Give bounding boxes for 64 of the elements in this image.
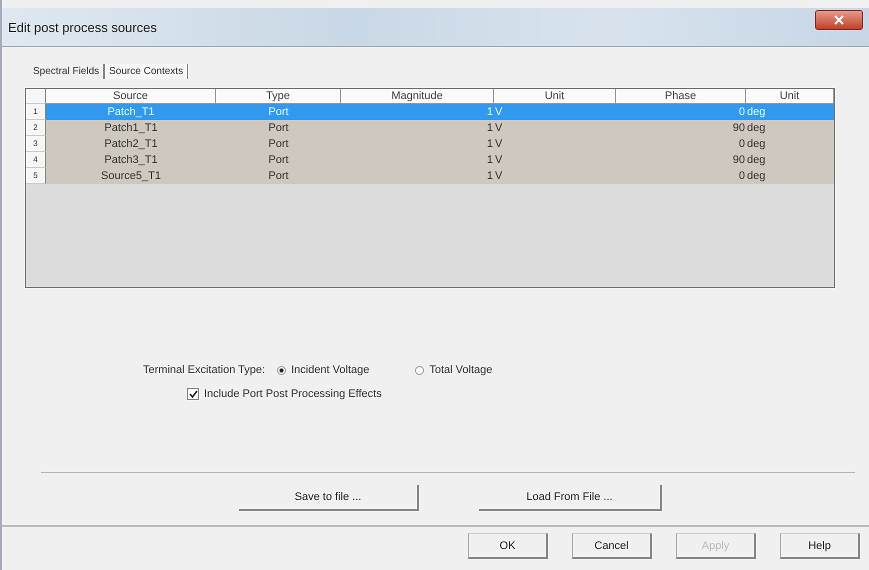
dialog-button[interactable]: OK — [468, 533, 548, 559]
checkbox[interactable] — [187, 388, 199, 400]
table-cell-text: V — [494, 121, 504, 136]
table-row[interactable]: 3 Patch2_T1 Port 1 V 0 deg — [26, 136, 834, 152]
table-cell-text: deg — [746, 105, 766, 120]
excitation-label: Terminal Excitation Type: — [143, 364, 266, 376]
radio-option[interactable]: Total Voltage — [415, 364, 492, 376]
table-cell-text: Patch3_T1 — [103, 153, 159, 168]
row-number: 3 — [26, 136, 46, 152]
table-row[interactable]: 4 Patch3_T1 Port 1 V 90 deg — [26, 152, 834, 168]
table-cell-text: Patch2_T1 — [103, 137, 159, 152]
table-cell-text: deg — [746, 169, 766, 184]
row-number: 5 — [26, 168, 46, 184]
include-effects-checkbox[interactable]: Include Port Post Processing Effects — [187, 388, 835, 400]
table-cell-text: V — [494, 105, 504, 120]
corner-cell — [26, 89, 46, 104]
table-row[interactable]: 5 Source5_T1 Port 1 V 0 deg — [26, 168, 834, 184]
file-button[interactable]: Load From File ... — [479, 485, 662, 511]
table-cell-text: Port — [267, 153, 290, 168]
table-cell-text: V — [494, 153, 504, 168]
table-cell-text: Port — [267, 121, 290, 136]
column-header: Unit — [746, 89, 834, 104]
table-cell-text: 1 — [486, 121, 494, 136]
table-cell-text: Patch_T1 — [106, 105, 156, 120]
column-header: Unit — [494, 89, 616, 104]
table-cell-text: 1 — [486, 105, 494, 120]
table-row[interactable]: 2 Patch1_T1 Port 1 V 90 deg — [26, 120, 834, 136]
table-cell-text: deg — [746, 121, 766, 136]
column-header: Type — [216, 89, 341, 104]
dialog-button[interactable]: Help — [780, 533, 860, 559]
table-cell-text: 1 — [486, 153, 494, 168]
radio-option[interactable]: Incident Voltage — [277, 364, 370, 376]
table-cell-text: Patch1_T1 — [103, 121, 159, 136]
table-cell-text: 0 — [738, 137, 746, 152]
table-cell-text: Source5_T1 — [100, 169, 162, 184]
column-header: Source — [46, 89, 216, 104]
table-cell-text: 90 — [732, 153, 746, 168]
check-icon — [188, 390, 198, 398]
close-icon — [833, 15, 845, 25]
row-number: 4 — [26, 152, 46, 168]
radio-button[interactable] — [277, 366, 286, 374]
column-header: Phase — [616, 89, 746, 104]
table-cell-text: Port — [267, 137, 290, 152]
table-cell-text: V — [494, 137, 504, 152]
file-button[interactable]: Save to file ... — [239, 485, 419, 511]
dialog-button[interactable]: Cancel — [572, 533, 652, 559]
table-cell-text: V — [494, 169, 504, 184]
column-header: Magnitude — [341, 89, 494, 104]
row-number: 2 — [26, 120, 46, 136]
table-cell-text: 0 — [738, 105, 746, 120]
table-cell-text: 1 — [486, 169, 494, 184]
table-cell-text: 1 — [486, 137, 494, 152]
table-cell-text: Port — [267, 105, 290, 120]
close-button[interactable] — [815, 10, 863, 30]
tab[interactable]: Source Contexts — [104, 64, 188, 79]
window-title: Edit post process sources — [7, 20, 157, 34]
table-cell-text: deg — [746, 153, 766, 168]
table-row[interactable]: 1 Patch_T1 Port 1 V 0 deg — [26, 104, 834, 120]
row-number: 1 — [26, 104, 46, 120]
table-cell-text: 0 — [738, 169, 746, 184]
table-cell-text: deg — [746, 137, 766, 152]
table-cell-text: 90 — [732, 121, 746, 136]
radio-button[interactable] — [415, 366, 424, 374]
table-cell-text: Port — [267, 169, 290, 184]
